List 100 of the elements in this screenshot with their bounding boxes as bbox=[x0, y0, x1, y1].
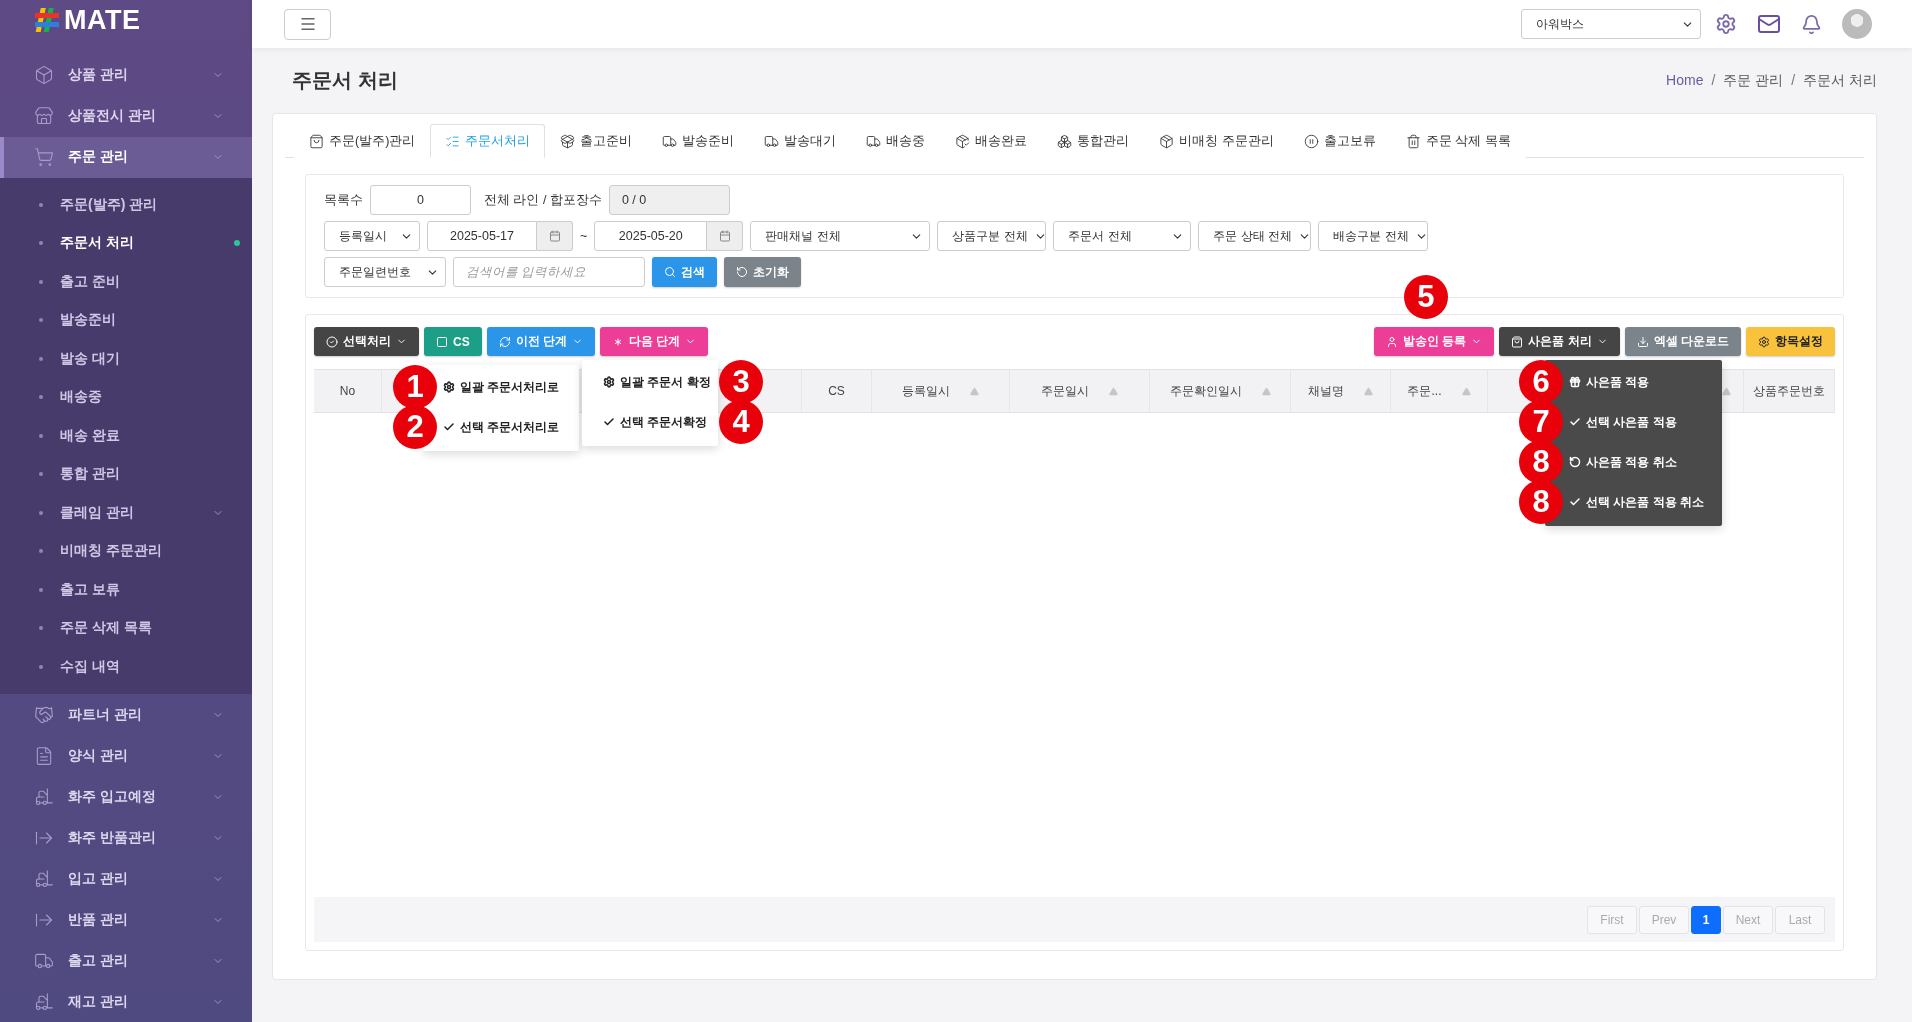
sort-icon[interactable] bbox=[1722, 386, 1731, 396]
truck-icon bbox=[866, 133, 882, 149]
column-header[interactable]: No bbox=[339, 384, 356, 398]
checklist-icon bbox=[445, 133, 461, 149]
sort-icon[interactable] bbox=[1261, 386, 1271, 396]
menu-item[interactable]: 일괄 주문서 확정 bbox=[603, 362, 711, 402]
download-icon bbox=[1636, 335, 1649, 348]
toolbar-button[interactable]: 엑셀 다운로드 bbox=[1624, 327, 1741, 356]
sidebar-subitem[interactable]: 배송 완료 bbox=[0, 416, 252, 455]
calendar-button[interactable] bbox=[537, 221, 573, 251]
check-icon bbox=[1569, 416, 1581, 428]
company-select[interactable]: 아워박스 bbox=[1521, 9, 1701, 39]
settings-icon[interactable] bbox=[1715, 13, 1737, 35]
menu-button[interactable] bbox=[284, 8, 331, 40]
sidebar-item[interactable]: 양식 관리 bbox=[0, 735, 252, 776]
forklift-icon bbox=[34, 868, 54, 889]
breadcrumb-item[interactable]: 주문 관리 bbox=[1723, 71, 1784, 90]
logo-icon bbox=[34, 7, 60, 34]
menu-item[interactable]: 선택 주문서확정 bbox=[603, 402, 708, 442]
sidebar-subitem[interactable]: 발송준비 bbox=[0, 301, 252, 340]
package-icon bbox=[560, 133, 576, 149]
sidebar-item[interactable]: 주문 관리 bbox=[0, 136, 252, 178]
sidebar-item[interactable]: 상품전시 관리 bbox=[0, 95, 252, 137]
annotation-marker: 8 bbox=[1519, 480, 1563, 524]
bag-icon bbox=[1511, 335, 1524, 348]
sidebar-item[interactable]: 반품 관리 bbox=[0, 899, 252, 940]
forklift-icon bbox=[34, 991, 54, 1012]
reset-icon bbox=[736, 266, 748, 278]
page-title: 주문서 처리 bbox=[292, 68, 398, 93]
reset-button[interactable]: 초기화 bbox=[724, 257, 801, 287]
mail-icon[interactable] bbox=[1757, 12, 1781, 36]
column-header[interactable]: 주문확인일시 bbox=[1169, 382, 1242, 400]
filter-select[interactable]: 배송구분 전체 bbox=[1318, 221, 1429, 251]
filter-select[interactable]: 판매채널 전체 bbox=[750, 221, 931, 251]
sidebar-item[interactable]: 파트너 관리 bbox=[0, 694, 252, 735]
lines-field[interactable]: 0 / 0 bbox=[608, 185, 730, 215]
column-header[interactable]: 상품주문번호 bbox=[1753, 382, 1825, 400]
square-icon bbox=[436, 335, 448, 348]
count-field[interactable]: 0 bbox=[370, 185, 471, 215]
menu-item[interactable]: 일괄 주문서처리로 bbox=[443, 367, 560, 407]
sidebar-item[interactable]: 재고 관리 bbox=[0, 981, 252, 1022]
field-label: 목록수 bbox=[324, 191, 363, 209]
filter-select[interactable]: 상품구분 전체 bbox=[937, 221, 1047, 251]
sort-icon[interactable] bbox=[1461, 386, 1471, 396]
annotation-marker: 8 bbox=[1519, 440, 1563, 484]
bell-icon[interactable] bbox=[1801, 13, 1822, 35]
sidebar-subitem[interactable]: 클레임 관리 bbox=[0, 493, 252, 532]
trash-icon bbox=[1405, 133, 1421, 149]
breadcrumb-item[interactable]: Home bbox=[1666, 71, 1704, 90]
truck-icon bbox=[662, 133, 678, 149]
check-circle-icon bbox=[326, 335, 338, 348]
menu-item[interactable]: 사은품 적용 취소 bbox=[1569, 442, 1677, 482]
settings-icon bbox=[1758, 335, 1770, 348]
boxes-icon bbox=[1057, 133, 1073, 149]
sidebar-subitem[interactable]: 배송중 bbox=[0, 378, 252, 417]
date-type-select[interactable]: 등록일시 bbox=[324, 221, 420, 251]
sort-icon[interactable] bbox=[1364, 386, 1373, 396]
column-header[interactable]: 등록일시 bbox=[902, 382, 950, 400]
breadcrumb-item: 주문서 처리 bbox=[1803, 71, 1877, 90]
avatar[interactable] bbox=[1842, 9, 1872, 39]
sidebar-item[interactable]: 상품 관리 bbox=[0, 54, 252, 96]
menu-item[interactable]: 사은품 적용 bbox=[1569, 362, 1650, 402]
search-field[interactable]: 검색어를 입력하세요 bbox=[453, 257, 645, 287]
filter-select[interactable]: 주문 상태 전체 bbox=[1198, 221, 1312, 251]
column-header[interactable]: 주문... bbox=[1407, 382, 1442, 400]
menu-item[interactable]: 선택 사은품 적용 취소 bbox=[1569, 482, 1704, 522]
date-field[interactable]: 2025-05-20 bbox=[594, 221, 708, 251]
sidebar-subitem[interactable]: 발송 대기 bbox=[0, 339, 252, 378]
filter-select[interactable]: 주문서 전체 bbox=[1053, 221, 1192, 251]
sidebar-subitem[interactable]: 비매칭 주문관리 bbox=[0, 532, 252, 571]
calendar-button[interactable] bbox=[707, 221, 744, 251]
sidebar-subitem[interactable]: 출고 준비 bbox=[0, 262, 252, 301]
column-header[interactable]: 채널명 bbox=[1308, 382, 1344, 400]
sidebar-subitem[interactable]: 출고 보류 bbox=[0, 570, 252, 609]
sidebar-item[interactable]: 출고 관리 bbox=[0, 940, 252, 981]
bag-icon bbox=[309, 133, 324, 149]
column-header[interactable]: CS bbox=[828, 384, 845, 398]
sidebar-subitem[interactable]: 수집 내역 bbox=[0, 647, 252, 686]
sort-icon[interactable] bbox=[970, 386, 979, 396]
sort-icon[interactable] bbox=[1109, 386, 1118, 396]
sidebar-item[interactable]: 화주 입고예정 bbox=[0, 776, 252, 817]
sidebar-subitem[interactable]: 주문서 처리 bbox=[0, 224, 252, 263]
search-type-select[interactable]: 주문일련번호 bbox=[324, 257, 446, 287]
toolbar-button[interactable]: 선택처리 bbox=[314, 327, 419, 356]
sidebar-item[interactable]: 화주 반품관리 bbox=[0, 817, 252, 858]
sidebar-subitem[interactable]: 통합 관리 bbox=[0, 455, 252, 494]
sidebar-subitem[interactable]: 주문 삭제 목록 bbox=[0, 609, 252, 648]
logo-text: MATE bbox=[64, 4, 141, 36]
toolbar-button[interactable]: 다음 단계 bbox=[600, 327, 709, 356]
active-dot-icon bbox=[234, 240, 240, 247]
page-button[interactable]: 1 bbox=[1691, 905, 1721, 934]
sidebar-item[interactable]: 입고 관리 bbox=[0, 858, 252, 899]
sidebar-subitem[interactable]: 주문(발주) 관리 bbox=[0, 185, 252, 224]
menu-item[interactable]: 선택 사은품 적용 bbox=[1569, 402, 1677, 442]
menu-item[interactable]: 선택 주문서처리로 bbox=[443, 407, 560, 447]
annotation-marker: 5 bbox=[1403, 275, 1448, 319]
date-field[interactable]: 2025-05-17 bbox=[427, 221, 537, 251]
column-header[interactable]: 주문일시 bbox=[1041, 382, 1089, 400]
toolbar-button[interactable]: 사은품 처리 bbox=[1499, 327, 1620, 356]
toolbar-button[interactable]: 항목설정 bbox=[1746, 327, 1835, 356]
